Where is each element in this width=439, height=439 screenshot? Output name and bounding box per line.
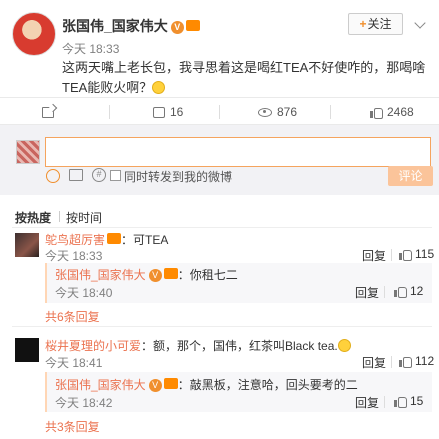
commenter-avatar[interactable]	[15, 233, 39, 257]
divider	[391, 249, 392, 261]
divider	[391, 356, 392, 368]
thumbs-up-icon	[399, 248, 412, 261]
follow-label: 关注	[367, 17, 392, 31]
comment-body: ：额，那个，国伟，红茶叫Black tea.	[141, 339, 338, 353]
verified-v-icon: V	[170, 21, 184, 34]
comment-body: ：可TEA	[121, 233, 169, 247]
like-count: 2468	[387, 105, 414, 119]
comment-like-button[interactable]: 115	[399, 247, 434, 261]
comment-time: 今天 18:33	[45, 249, 103, 263]
sub-reply-body: ：敲黑板，注意哈，回头要考的二	[177, 378, 358, 392]
member-crown-icon	[107, 233, 122, 244]
like-button[interactable]: 2468	[370, 98, 414, 126]
comment-icon	[153, 106, 165, 118]
action-divider	[330, 105, 331, 119]
post-text: 这两天嘴上老长包，我寻思着这是喝红TEA不好使咋的，那喝啥TEA能败火啊？	[62, 58, 434, 98]
commenter-avatar[interactable]	[15, 338, 39, 362]
comment-input[interactable]	[45, 137, 431, 167]
my-avatar	[16, 140, 40, 164]
sub-reply-time: 今天 18:42	[55, 396, 113, 410]
topic-icon[interactable]: #	[92, 168, 106, 182]
reply-button[interactable]: 回复	[362, 247, 386, 264]
action-bar: 16 876 2468	[0, 97, 439, 125]
blush-emoji-icon	[337, 339, 351, 352]
weibo-post-card: 张国伟_国家伟大 V +关注 今天 18:33 这两天嘴上老长包，我寻思着这是喝红…	[0, 0, 439, 439]
author-avatar[interactable]	[12, 12, 56, 56]
sort-by-hot-tab[interactable]: 按热度	[15, 209, 51, 226]
verified-v-icon: V	[148, 379, 162, 392]
divider	[384, 286, 385, 298]
more-replies-link[interactable]: 共6条回复	[45, 308, 100, 325]
comment-submit-button[interactable]: 评论	[388, 166, 433, 186]
emoji-picker-icon[interactable]	[46, 169, 60, 183]
action-divider	[109, 105, 110, 119]
sub-reply-like-button[interactable]: 12	[394, 284, 423, 298]
comment-button[interactable]: 16	[153, 98, 183, 126]
comment-like-count: 115	[415, 247, 435, 261]
member-crown-icon	[185, 20, 200, 31]
thumbs-up-icon	[394, 395, 407, 408]
repost-checkbox[interactable]	[110, 170, 121, 181]
repost-label: 同时转发到我的微博	[124, 170, 233, 184]
action-divider	[219, 105, 220, 119]
author-name[interactable]: 张国伟_国家伟大	[62, 18, 168, 34]
reply-button[interactable]: 回复	[355, 284, 379, 301]
comment-text-line: 鸵鸟超厉害 ：可TEA	[45, 231, 168, 248]
post-text-content: 这两天嘴上老长包，我寻思着这是喝红TEA不好使咋的，那喝啥TEA能败火啊？	[62, 60, 426, 95]
sub-reply-time: 今天 18:40	[55, 286, 113, 300]
thumbs-up-icon	[370, 106, 383, 119]
smile-emoji-icon	[152, 81, 166, 94]
comment-like-button[interactable]: 112	[399, 354, 434, 368]
sub-reply-like-button[interactable]: 15	[394, 394, 423, 408]
comment-time: 今天 18:41	[45, 356, 103, 370]
sub-reply-author[interactable]: 张国伟_国家伟大	[55, 268, 146, 282]
reply-button[interactable]: 回复	[362, 354, 386, 371]
verified-v-icon: V	[148, 269, 162, 282]
eye-icon	[258, 107, 272, 117]
share-icon	[42, 106, 54, 118]
sub-reply-body: ：你租七二	[177, 268, 238, 282]
commenter-name[interactable]: 鸵鸟超厉害	[45, 233, 105, 247]
views-indicator: 876	[258, 98, 297, 126]
divider	[12, 227, 432, 228]
sort-by-time-tab[interactable]: 按时间	[66, 209, 102, 226]
view-count: 876	[277, 105, 298, 119]
reply-button[interactable]: 回复	[355, 394, 379, 411]
sub-reply-text-line: 张国伟_国家伟大 V ：你租七二	[55, 266, 238, 283]
member-crown-icon	[163, 378, 178, 389]
sort-divider	[59, 211, 60, 222]
sub-reply-text-line: 张国伟_国家伟大 V ：敲黑板，注意哈，回头要考的二	[55, 376, 358, 393]
post-time[interactable]: 今天 18:33	[62, 40, 119, 57]
member-crown-icon	[163, 268, 178, 279]
sub-reply-like-count: 15	[410, 394, 424, 408]
author-line: 张国伟_国家伟大 V	[62, 16, 200, 36]
divider	[12, 326, 432, 327]
thumbs-up-icon	[394, 285, 407, 298]
plus-icon: +	[359, 17, 367, 31]
sub-reply-author[interactable]: 张国伟_国家伟大	[55, 378, 146, 392]
comment-text-line: 桜井夏理的小可爱：额，那个，国伟，红茶叫Black tea.	[45, 337, 351, 354]
sub-reply-like-count: 12	[410, 284, 424, 298]
thumbs-up-icon	[399, 355, 412, 368]
comment-like-count: 112	[415, 354, 435, 368]
image-upload-icon[interactable]	[69, 169, 83, 181]
divider	[384, 396, 385, 408]
commenter-name[interactable]: 桜井夏理的小可爱	[45, 339, 141, 353]
more-replies-link[interactable]: 共3条回复	[45, 418, 100, 435]
follow-button[interactable]: +关注	[348, 13, 403, 35]
chevron-down-icon[interactable]	[414, 17, 426, 29]
comment-count: 16	[170, 105, 184, 119]
share-button[interactable]	[42, 98, 54, 126]
